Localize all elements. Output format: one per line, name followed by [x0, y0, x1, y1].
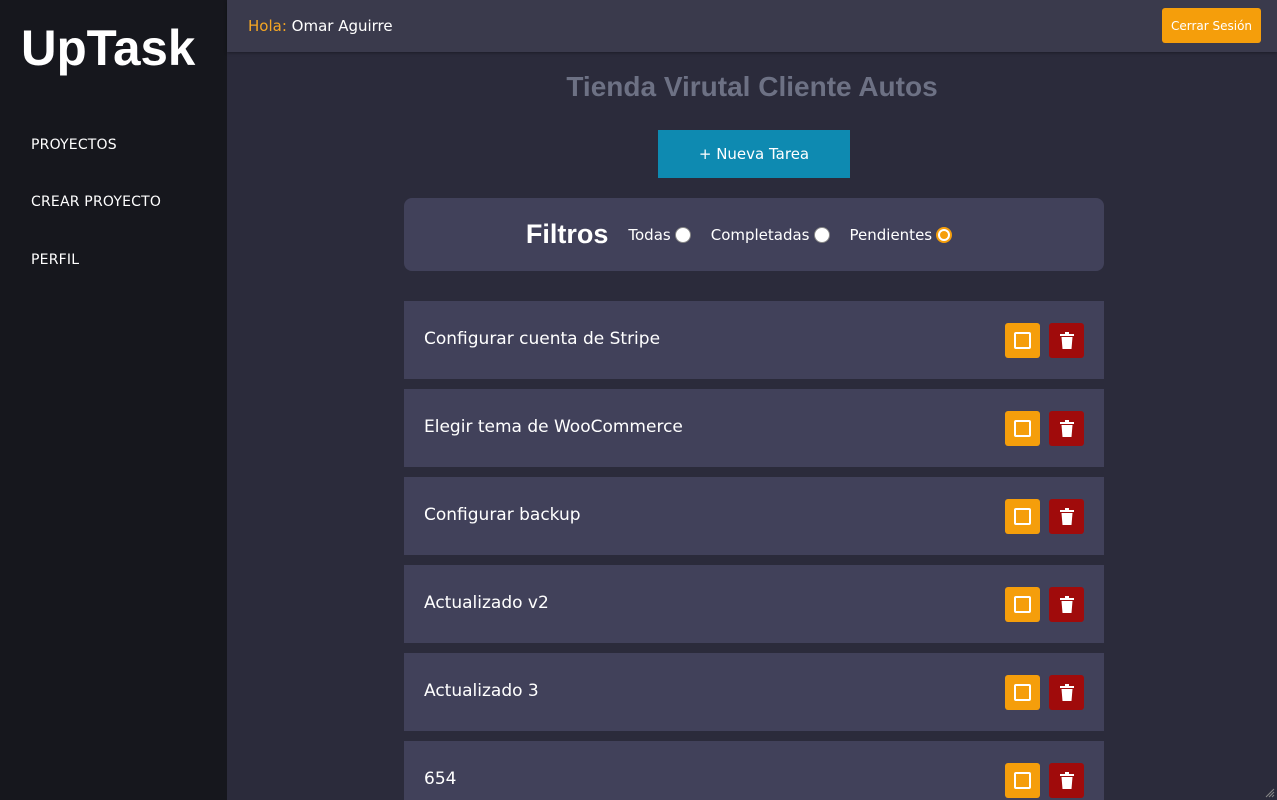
task-name: Actualizado 3	[424, 681, 539, 701]
task-name: Configurar cuenta de Stripe	[424, 329, 661, 349]
task-item: 654	[404, 741, 1104, 800]
delete-task-button[interactable]	[1049, 411, 1084, 446]
trash-icon	[1059, 596, 1074, 613]
filter-radio-completadas[interactable]	[813, 226, 830, 243]
task-item: Actualizado v2	[404, 565, 1104, 643]
task-name: Elegir tema de WooCommerce	[424, 417, 683, 437]
complete-task-button[interactable]	[1005, 763, 1040, 798]
complete-task-button[interactable]	[1005, 323, 1040, 358]
filter-label: Todas	[628, 225, 671, 244]
logo: UpTask	[21, 20, 196, 76]
task-actions	[1005, 675, 1084, 710]
task-actions	[1005, 763, 1084, 798]
checkbox-square-icon	[1014, 508, 1031, 525]
trash-icon	[1059, 508, 1074, 525]
trash-icon	[1059, 684, 1074, 701]
filter-option-completadas[interactable]: Completadas	[711, 226, 830, 244]
delete-task-button[interactable]	[1049, 323, 1084, 358]
task-item: Configurar backup	[404, 477, 1104, 555]
filter-radio-todas[interactable]	[674, 226, 691, 243]
main-content: Tienda Virutal Cliente Autos + Nueva Tar…	[227, 52, 1277, 800]
top-bar: Hola: Omar Aguirre Cerrar Sesión	[227, 0, 1277, 52]
sidebar-item-proyectos[interactable]: PROYECTOS	[31, 137, 117, 153]
task-actions	[1005, 587, 1084, 622]
trash-icon	[1059, 332, 1074, 349]
complete-task-button[interactable]	[1005, 675, 1040, 710]
logout-button[interactable]: Cerrar Sesión	[1162, 8, 1261, 43]
task-actions	[1005, 323, 1084, 358]
filters-title: Filtros	[525, 219, 609, 249]
checkbox-square-icon	[1014, 420, 1031, 437]
filter-option-pendientes[interactable]: Pendientes	[850, 226, 953, 244]
complete-task-button[interactable]	[1005, 587, 1040, 622]
delete-task-button[interactable]	[1049, 587, 1084, 622]
checkbox-square-icon	[1014, 596, 1031, 613]
task-name: 654	[424, 769, 457, 789]
task-actions	[1005, 499, 1084, 534]
task-item: Elegir tema de WooCommerce	[404, 389, 1104, 467]
task-actions	[1005, 411, 1084, 446]
filter-label: Completadas	[710, 225, 810, 244]
checkbox-square-icon	[1014, 772, 1031, 789]
greeting-prefix: Hola:	[248, 17, 287, 35]
app-root: UpTask PROYECTOS CREAR PROYECTO PERFIL H…	[0, 0, 1277, 800]
task-name: Configurar backup	[424, 505, 581, 525]
task-list: Configurar cuenta de Stripe Elegir tema …	[404, 301, 1104, 800]
trash-icon	[1059, 772, 1074, 789]
greeting: Hola: Omar Aguirre	[248, 17, 393, 35]
sidebar-item-perfil[interactable]: PERFIL	[31, 252, 79, 268]
sidebar-item-crear-proyecto[interactable]: CREAR PROYECTO	[31, 194, 161, 210]
checkbox-square-icon	[1014, 684, 1031, 701]
complete-task-button[interactable]	[1005, 411, 1040, 446]
filter-radio-pendientes[interactable]	[936, 226, 953, 243]
new-task-button[interactable]: + Nueva Tarea	[658, 130, 850, 178]
filter-label: Pendientes	[849, 225, 933, 244]
delete-task-button[interactable]	[1049, 763, 1084, 798]
page-title: Tienda Virutal Cliente Autos	[566, 71, 938, 102]
filter-option-todas[interactable]: Todas	[628, 225, 691, 244]
resize-grip-icon[interactable]	[1265, 788, 1275, 798]
checkbox-square-icon	[1014, 332, 1031, 349]
complete-task-button[interactable]	[1005, 499, 1040, 534]
user-name: Omar Aguirre	[291, 17, 393, 35]
task-name: Actualizado v2	[424, 593, 549, 613]
delete-task-button[interactable]	[1049, 499, 1084, 534]
filters-panel: Filtros Todas Completadas Pendientes	[404, 198, 1104, 271]
sidebar: UpTask PROYECTOS CREAR PROYECTO PERFIL	[0, 0, 227, 800]
delete-task-button[interactable]	[1049, 675, 1084, 710]
task-item: Configurar cuenta de Stripe	[404, 301, 1104, 379]
task-item: Actualizado 3	[404, 653, 1104, 731]
trash-icon	[1059, 420, 1074, 437]
